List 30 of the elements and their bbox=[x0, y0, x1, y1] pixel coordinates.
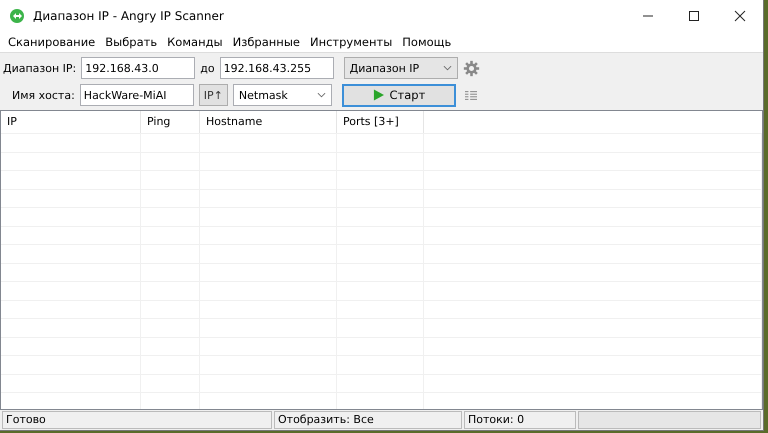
app-icon bbox=[9, 8, 25, 24]
play-icon bbox=[372, 89, 384, 101]
menu-item[interactable]: Выбрать bbox=[100, 35, 162, 49]
menu-item[interactable]: Инструменты bbox=[304, 35, 398, 49]
column-header[interactable]: Ports [3+] bbox=[337, 111, 424, 133]
column-header[interactable]: Hostname bbox=[200, 111, 337, 133]
status-text: Потоки: 0 bbox=[464, 411, 576, 429]
column-header[interactable]: IP bbox=[1, 111, 141, 133]
window-title: Диапазон IP - Angry IP Scanner bbox=[33, 9, 224, 23]
menu-item[interactable]: Помощь bbox=[397, 35, 456, 49]
hostname-field[interactable]: HackWare-MiAI bbox=[80, 84, 194, 106]
list-icon[interactable] bbox=[464, 90, 477, 100]
start-button[interactable]: Старт bbox=[342, 84, 456, 106]
menu-item[interactable]: Команды bbox=[162, 35, 228, 49]
column-header[interactable]: Ping bbox=[141, 111, 200, 133]
ip-up-button[interactable]: IP↑ bbox=[198, 84, 228, 106]
range-label: Диапазон IP: bbox=[3, 62, 76, 74]
status-text: Отобразить: Все bbox=[274, 411, 462, 429]
feeder-dropdown[interactable]: Диапазон IP bbox=[344, 57, 458, 79]
netmask-dropdown[interactable]: Netmask bbox=[232, 84, 332, 106]
status-text: Готово bbox=[2, 411, 272, 429]
range-start-field[interactable]: 192.168.43.0 bbox=[81, 57, 196, 79]
to-label: до bbox=[200, 62, 215, 74]
range-end-field[interactable]: 192.168.43.255 bbox=[220, 57, 334, 79]
chevron-icon bbox=[316, 92, 326, 98]
menu-item[interactable]: Сканирование bbox=[3, 35, 100, 49]
menu-item[interactable]: Избранные bbox=[228, 35, 305, 49]
chevron-icon bbox=[442, 65, 452, 71]
settings-icon[interactable] bbox=[462, 60, 480, 76]
hostname-label: Имя хоста: bbox=[12, 88, 75, 102]
